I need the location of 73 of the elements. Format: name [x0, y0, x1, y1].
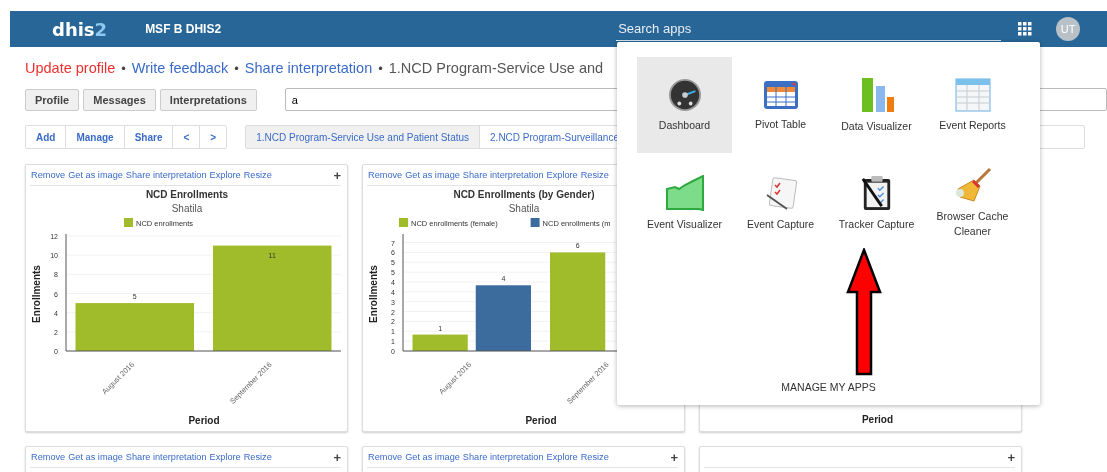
- y-axis-title: Enrollments: [31, 265, 42, 323]
- bar: [475, 285, 531, 351]
- profile-button[interactable]: Messages: [83, 88, 156, 111]
- x-axis-title: Period: [188, 415, 220, 426]
- card-action-link[interactable]: Explore: [546, 452, 578, 462]
- card-action-link[interactable]: Share interpretation: [462, 452, 544, 462]
- card-action-link[interactable]: Get as image: [68, 452, 123, 462]
- card-action-link[interactable]: Resize: [243, 452, 272, 462]
- card-action-link[interactable]: Get as image: [405, 170, 460, 180]
- separator: •: [121, 61, 126, 76]
- app-label: Tracker Capture: [837, 216, 916, 232]
- expand-button[interactable]: +: [1007, 449, 1015, 465]
- spreadsheet-icon: [954, 77, 991, 112]
- y-axis-title: Enrollments: [368, 265, 379, 323]
- area-chart-icon: [664, 174, 705, 211]
- card-action-link[interactable]: Get as image: [405, 452, 460, 462]
- broom-icon: [953, 167, 992, 203]
- toolbar-button[interactable]: Add: [26, 126, 67, 148]
- expand-button[interactable]: +: [333, 449, 341, 465]
- separator: •: [234, 61, 239, 76]
- manage-apps-link[interactable]: MANAGE MY APPS: [781, 381, 876, 393]
- card-action-link[interactable]: Explore: [546, 170, 578, 180]
- apps-menu-icon[interactable]: [1018, 22, 1033, 36]
- x-axis-title: Period: [861, 414, 894, 425]
- separator: •: [378, 61, 383, 76]
- app-label: Event Capture: [745, 216, 816, 232]
- card-action-link[interactable]: Share interpretation: [125, 452, 207, 462]
- card-action-link[interactable]: Remove: [31, 452, 66, 462]
- expand-button[interactable]: +: [333, 167, 341, 183]
- card-action-link[interactable]: Get as image: [68, 170, 123, 180]
- chart-title: NCD Enrollments: [145, 189, 229, 200]
- x-axis-title: Period: [525, 415, 557, 426]
- chart-subtitle: Shatila: [171, 203, 203, 214]
- app-label: Event Visualizer: [645, 216, 724, 232]
- gauge-icon: [667, 77, 702, 112]
- logo[interactable]: dhis2: [52, 18, 108, 40]
- app-tile[interactable]: Event Visualizer: [637, 155, 732, 251]
- dashboard-title: 1.NCD Program-Service Use and: [388, 60, 604, 76]
- card-action-link[interactable]: Share interpretation: [462, 170, 544, 180]
- link[interactable]: Share interpretation: [244, 60, 373, 76]
- link[interactable]: Write feedback: [131, 60, 229, 76]
- app-tile[interactable]: Event Capture: [733, 155, 828, 251]
- table-window-icon: [762, 78, 799, 111]
- card-action-link[interactable]: Remove: [31, 170, 66, 180]
- app-tile[interactable]: Tracker Capture: [829, 155, 924, 251]
- dashboard-tab[interactable]: 1.NCD Program-Service Use and Patient Status: [246, 126, 481, 148]
- card-action-link[interactable]: Explore: [209, 452, 241, 462]
- app-tile[interactable]: Pivot Table: [733, 57, 828, 153]
- profile-button[interactable]: Interpretations: [159, 88, 257, 111]
- app-label: Event Reports: [938, 117, 1007, 133]
- instance-title: MSF B DHIS2: [145, 22, 222, 36]
- card-action-link[interactable]: Remove: [368, 452, 403, 462]
- card-action-link[interactable]: Resize: [580, 452, 609, 462]
- chart-title: NCD Enrollments (by Gender): [453, 189, 595, 200]
- app-label: Browser Cache Cleaner: [935, 209, 1010, 239]
- app-tile[interactable]: Browser Cache Cleaner: [925, 155, 1020, 251]
- card-action-link[interactable]: Explore: [209, 170, 241, 180]
- card-action-link[interactable]: Resize: [243, 170, 272, 180]
- app-tile[interactable]: Event Reports: [925, 57, 1020, 153]
- app-label: Pivot Table: [753, 116, 808, 132]
- app-label: Dashboard: [657, 117, 712, 133]
- card-action-link[interactable]: Remove: [368, 170, 403, 180]
- card-action-link[interactable]: Share interpretation: [125, 170, 207, 180]
- search-field[interactable]: Search apps: [616, 17, 1002, 41]
- card-action-link[interactable]: Resize: [580, 170, 609, 180]
- profile-link[interactable]: Update profile: [25, 60, 116, 76]
- expand-button[interactable]: +: [670, 449, 678, 465]
- app-tile[interactable]: Data Visualizer: [829, 57, 924, 153]
- app-tile[interactable]: Dashboard: [637, 57, 732, 153]
- app-label: Data Visualizer: [840, 118, 913, 134]
- chart-subtitle: Shatila: [508, 203, 540, 214]
- clipboard-icon: [860, 174, 893, 211]
- profile-button[interactable]: Profile: [25, 88, 80, 111]
